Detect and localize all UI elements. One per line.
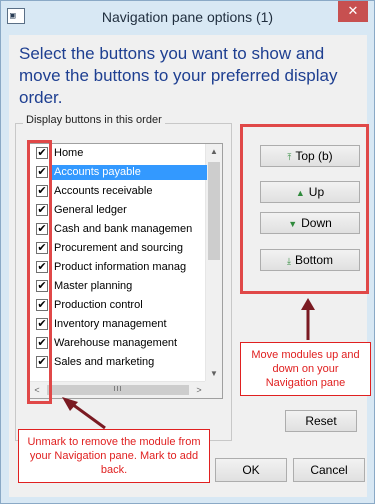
- move-arrowhead: [301, 298, 315, 310]
- unmark-arrowhead: [62, 397, 78, 411]
- unmark-arrow: [71, 402, 106, 430]
- move-annotation: Move modules up and down on your Navigat…: [240, 342, 371, 396]
- unmark-annotation: Unmark to remove the module from your Na…: [18, 429, 210, 483]
